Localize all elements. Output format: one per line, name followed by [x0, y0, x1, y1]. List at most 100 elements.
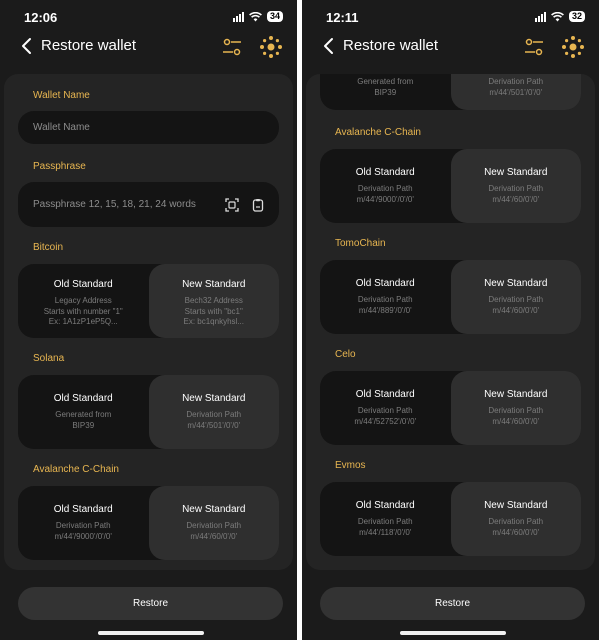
dots-logo-icon[interactable]: [561, 35, 585, 59]
option-title: New Standard: [182, 504, 246, 515]
option-line: m/44'/501'/0'/0': [187, 420, 241, 430]
option-line: m/44'/501'/0'/0': [489, 87, 543, 97]
option-line: m/44'/60/0'/0': [190, 531, 238, 541]
option-line: m/44'/60/0'/0': [492, 527, 540, 537]
wifi-icon: [551, 11, 564, 21]
option-line: Starts with "bc1": [184, 306, 243, 316]
status-icons: 34: [232, 11, 283, 22]
option-line: m/44'/889'/0'/0': [358, 305, 412, 315]
option-line: Derivation Path: [357, 406, 413, 415]
option-title: New Standard: [182, 279, 246, 290]
option-title: New Standard: [484, 500, 548, 511]
standard-toggle-celo: Old Standard Derivation Path m/44'/52752…: [320, 371, 581, 445]
option-line: Derivation Path: [357, 184, 413, 193]
option-title: Old Standard: [355, 500, 415, 511]
option-line: Legacy Address: [54, 296, 112, 305]
option-title: Old Standard: [53, 393, 113, 404]
passphrase-label: Passphrase: [33, 161, 86, 172]
status-time: 12:11: [326, 10, 359, 25]
home-indicator: [98, 631, 204, 635]
option-line: m/44'/60/0'/0': [492, 416, 540, 426]
option-title: Old Standard: [355, 278, 415, 289]
option-line: BIP39: [374, 87, 397, 97]
option-title: New Standard: [484, 278, 548, 289]
option-old-standard[interactable]: Generated from BIP39: [320, 74, 451, 110]
back-chevron-icon[interactable]: [20, 37, 34, 55]
header: Restore wallet: [302, 34, 599, 60]
wallet-name-input[interactable]: Wallet Name: [18, 111, 279, 144]
standard-toggle-solana-partial: Generated from BIP39 Derivation Path m/4…: [320, 74, 581, 110]
standard-toggle-avalanche: Old Standard Derivation Path m/44'/9000'…: [18, 486, 279, 560]
passphrase-placeholder: Passphrase 12, 15, 18, 21, 24 words: [33, 199, 196, 210]
option-new-standard[interactable]: New Standard Derivation Path m/44'/60/0'…: [450, 149, 581, 223]
battery-indicator: 32: [568, 11, 585, 22]
option-line: Derivation Path: [357, 517, 413, 526]
option-title: Old Standard: [53, 504, 113, 515]
option-new-standard[interactable]: New Standard Derivation Path m/44'/60/0'…: [450, 260, 581, 334]
page-title: Restore wallet: [41, 37, 137, 54]
scan-icon[interactable]: [225, 197, 239, 212]
battery-indicator: 34: [266, 11, 283, 22]
option-line: m/44'/60/0'/0': [492, 194, 540, 204]
wifi-icon: [249, 11, 262, 21]
wallet-name-placeholder: Wallet Name: [33, 122, 90, 133]
option-old-standard[interactable]: Old Standard Derivation Path m/44'/52752…: [320, 371, 451, 445]
option-new-standard[interactable]: New Standard Derivation Path m/44'/60/0'…: [450, 482, 581, 556]
option-line: Generated from: [357, 77, 414, 86]
back-chevron-icon[interactable]: [322, 37, 336, 55]
standard-toggle-tomochain: Old Standard Derivation Path m/44'/889'/…: [320, 260, 581, 334]
option-line: Derivation Path: [186, 521, 242, 530]
option-line: m/44'/118'/0'/0': [359, 527, 412, 537]
option-line: BIP39: [72, 420, 95, 430]
status-bar: 12:06 34: [0, 0, 297, 34]
section-label-avalanche: Avalanche C-Chain: [33, 464, 119, 475]
option-line: Ex: bc1qnkyhsl...: [183, 317, 244, 326]
option-new-standard[interactable]: New Standard Derivation Path m/44'/60/0'…: [450, 371, 581, 445]
restore-button[interactable]: Restore: [320, 587, 585, 620]
option-title: New Standard: [182, 393, 246, 404]
form-panel: Generated from BIP39 Derivation Path m/4…: [306, 74, 595, 570]
standard-toggle-bitcoin: Old Standard Legacy Address Starts with …: [18, 264, 279, 338]
header: Restore wallet: [0, 34, 297, 60]
option-line: Derivation Path: [488, 184, 544, 193]
signal-icon: [534, 11, 546, 22]
phone-screen-left: 12:06 34 Restore wallet Wallet Name Wall…: [0, 0, 297, 640]
option-new-standard[interactable]: Derivation Path m/44'/501'/0'/0': [450, 74, 581, 110]
option-old-standard[interactable]: Old Standard Generated from BIP39: [18, 375, 149, 449]
sliders-icon[interactable]: [524, 37, 544, 57]
option-line: Derivation Path: [357, 295, 413, 304]
clipboard-icon[interactable]: [251, 198, 265, 212]
option-title: New Standard: [484, 389, 548, 400]
page-title: Restore wallet: [343, 37, 439, 54]
option-new-standard[interactable]: New Standard Derivation Path m/44'/501'/…: [148, 375, 279, 449]
dots-logo-icon[interactable]: [259, 35, 283, 59]
section-label-celo: Celo: [335, 349, 356, 360]
option-line: Derivation Path: [488, 295, 544, 304]
option-line: Derivation Path: [488, 77, 544, 86]
section-label-avalanche: Avalanche C-Chain: [335, 127, 421, 138]
section-label-solana: Solana: [33, 353, 65, 364]
option-title: Old Standard: [355, 389, 415, 400]
option-old-standard[interactable]: Old Standard Derivation Path m/44'/118'/…: [320, 482, 451, 556]
option-line: m/44'/9000'/0'/0': [54, 531, 112, 541]
option-new-standard[interactable]: New Standard Bech32 Address Starts with …: [148, 264, 279, 338]
option-line: Bech32 Address: [184, 296, 243, 305]
passphrase-input[interactable]: Passphrase 12, 15, 18, 21, 24 words: [18, 182, 279, 227]
option-old-standard[interactable]: Old Standard Derivation Path m/44'/9000'…: [320, 149, 451, 223]
option-line: m/44'/52752'/0'/0': [354, 416, 417, 426]
option-old-standard[interactable]: Old Standard Legacy Address Starts with …: [18, 264, 149, 338]
option-title: Old Standard: [53, 279, 113, 290]
option-old-standard[interactable]: Old Standard Derivation Path m/44'/9000'…: [18, 486, 149, 560]
option-title: Old Standard: [355, 167, 415, 178]
restore-button[interactable]: Restore: [18, 587, 283, 620]
option-old-standard[interactable]: Old Standard Derivation Path m/44'/889'/…: [320, 260, 451, 334]
sliders-icon[interactable]: [222, 37, 242, 57]
section-label-bitcoin: Bitcoin: [33, 242, 64, 253]
section-label-evmos: Evmos: [335, 460, 366, 471]
form-panel: Wallet Name Wallet Name Passphrase Passp…: [4, 74, 293, 570]
option-new-standard[interactable]: New Standard Derivation Path m/44'/60/0'…: [148, 486, 279, 560]
wallet-name-label: Wallet Name: [33, 90, 90, 101]
option-title: New Standard: [484, 167, 548, 178]
signal-icon: [232, 11, 244, 22]
option-line: Derivation Path: [186, 410, 242, 419]
